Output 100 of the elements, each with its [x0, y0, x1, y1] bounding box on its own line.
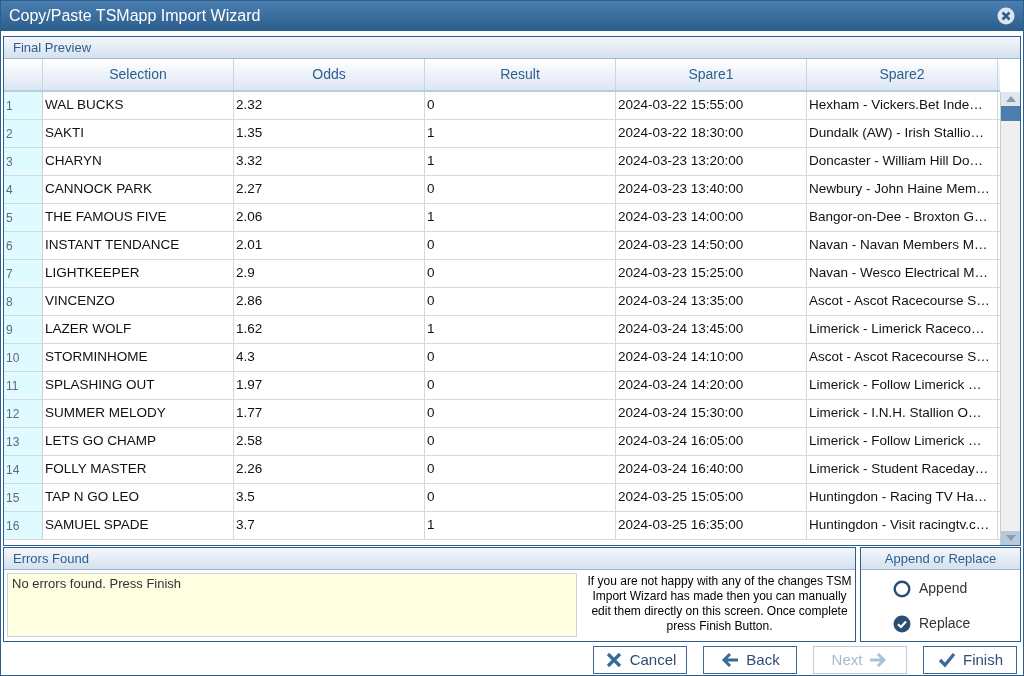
table-cell: CHARYN: [43, 148, 234, 175]
table-cell: 1: [425, 204, 616, 231]
table-cell: 0: [425, 288, 616, 315]
table-cell: 2024-03-24 14:20:00: [616, 372, 807, 399]
table-cell: 2024-03-23 14:50:00: [616, 232, 807, 259]
table-cell: 2024-03-23 13:40:00: [616, 176, 807, 203]
table-cell: SPLASHING OUT: [43, 372, 234, 399]
table-cell: 2024-03-25 15:05:00: [616, 484, 807, 511]
table-cell: STORMINHOME: [43, 344, 234, 371]
row-number: 16: [4, 512, 43, 539]
table-cell: 0: [425, 428, 616, 455]
table-cell: 2.9: [234, 260, 425, 287]
table-cell: 2024-03-24 16:40:00: [616, 456, 807, 483]
finish-button[interactable]: Finish: [923, 646, 1017, 674]
table-cell: Huntingdon - Racing TV Ha…: [807, 484, 998, 511]
table-cell: Limerick - Follow Limerick …: [807, 428, 998, 455]
table-cell: 2024-03-22 15:55:00: [616, 92, 807, 119]
table-cell: 0: [425, 456, 616, 483]
table-cell: Doncaster - William Hill Do…: [807, 148, 998, 175]
table-cell: 4.3: [234, 344, 425, 371]
radio-checked-icon[interactable]: [893, 614, 911, 633]
column-header[interactable]: Spare1: [616, 59, 807, 90]
table-cell: Dundalk (AW) - Irish Stallio…: [807, 120, 998, 147]
radio-icon[interactable]: [893, 579, 911, 598]
row-number: 11: [4, 372, 43, 399]
right-arrow-icon: [868, 650, 889, 670]
table-cell: 3.32: [234, 148, 425, 175]
table-cell: 1.62: [234, 316, 425, 343]
scroll-thumb[interactable]: [1001, 106, 1020, 121]
table-cell: Limerick - Student Raceday…: [807, 456, 998, 483]
column-header[interactable]: Selection: [43, 59, 234, 90]
scrollbar[interactable]: [1000, 92, 1020, 545]
table-cell: 0: [425, 400, 616, 427]
table-cell: 1: [425, 512, 616, 539]
radio-label[interactable]: Append: [919, 578, 968, 599]
table-cell: 2.32: [234, 92, 425, 119]
table-cell: 0: [425, 344, 616, 371]
table-cell: 2024-03-24 16:05:00: [616, 428, 807, 455]
table-cell: 0: [425, 176, 616, 203]
table-cell: 2.27: [234, 176, 425, 203]
table-cell: Limerick - Limerick Raceco…: [807, 316, 998, 343]
table-cell: 1.97: [234, 372, 425, 399]
table-cell: LIGHTKEEPER: [43, 260, 234, 287]
table-cell: 1: [425, 316, 616, 343]
left-arrow-icon: [720, 650, 741, 670]
row-number: 3: [4, 148, 43, 175]
close-icon[interactable]: [997, 7, 1015, 25]
table-cell: Navan - Wesco Electrical M…: [807, 260, 998, 287]
row-number: 12: [4, 400, 43, 427]
row-number: 8: [4, 288, 43, 315]
row-number: 2: [4, 120, 43, 147]
column-header[interactable]: Spare2: [807, 59, 998, 90]
table-cell: Navan - Navan Members M…: [807, 232, 998, 259]
back-button[interactable]: Back: [703, 646, 797, 674]
table-cell: 0: [425, 484, 616, 511]
row-number: 4: [4, 176, 43, 203]
table-cell: 0: [425, 92, 616, 119]
table-cell: 1: [425, 120, 616, 147]
table-cell: 2024-03-22 18:30:00: [616, 120, 807, 147]
table-cell: 2024-03-24 14:10:00: [616, 344, 807, 371]
table-cell: 2024-03-23 13:20:00: [616, 148, 807, 175]
table-cell: VINCENZO: [43, 288, 234, 315]
row-number: 6: [4, 232, 43, 259]
hint-text: If you are not happy with any of the changes TSM Import Wizard has made then you can manually edit them directly on this screen. Once complete press Finish Button.: [587, 573, 852, 635]
table-cell: LETS GO CHAMP: [43, 428, 234, 455]
row-number: 15: [4, 484, 43, 511]
table-cell: 0: [425, 260, 616, 287]
table-cell: Huntingdon - Visit racingtv.c…: [807, 512, 998, 539]
table-cell: Ascot - Ascot Racecourse S…: [807, 344, 998, 371]
table-cell: 1.77: [234, 400, 425, 427]
table-cell: WAL BUCKS: [43, 92, 234, 119]
table-cell: SAKTI: [43, 120, 234, 147]
table-cell: 0: [425, 232, 616, 259]
table-cell: TAP N GO LEO: [43, 484, 234, 511]
table-cell: 2.01: [234, 232, 425, 259]
radio-label[interactable]: Replace: [919, 613, 971, 634]
table-cell: 0: [425, 372, 616, 399]
row-number: 9: [4, 316, 43, 343]
column-header[interactable]: Result: [425, 59, 616, 90]
table-cell: LAZER WOLF: [43, 316, 234, 343]
table-cell: Hexham - Vickers.Bet Inde…: [807, 92, 998, 119]
table-cell: 2024-03-24 13:35:00: [616, 288, 807, 315]
column-header[interactable]: Odds: [234, 59, 425, 90]
table-cell: Bangor-on-Dee - Broxton G…: [807, 204, 998, 231]
table-cell: 2024-03-23 15:25:00: [616, 260, 807, 287]
table-cell: 2024-03-24 13:45:00: [616, 316, 807, 343]
scroll-up-icon[interactable]: [1005, 96, 1016, 102]
table-cell: 2024-03-24 15:30:00: [616, 400, 807, 427]
table-cell: 2.86: [234, 288, 425, 315]
table-cell: 3.7: [234, 512, 425, 539]
cancel-button[interactable]: Cancel: [593, 646, 687, 674]
table-cell: FOLLY MASTER: [43, 456, 234, 483]
table-cell: 2.06: [234, 204, 425, 231]
table-cell: INSTANT TENDANCE: [43, 232, 234, 259]
row-number: 13: [4, 428, 43, 455]
row-number: 1: [4, 92, 43, 119]
table-cell: SAMUEL SPADE: [43, 512, 234, 539]
table-cell: CANNOCK PARK: [43, 176, 234, 203]
table-cell: 2024-03-23 14:00:00: [616, 204, 807, 231]
errors-text-area[interactable]: No errors found. Press Finish: [7, 573, 577, 637]
